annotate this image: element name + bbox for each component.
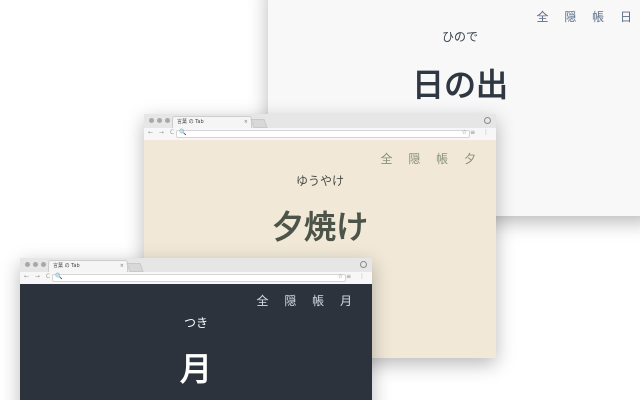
menu-icon[interactable]: ≡ ⋮ [470, 129, 492, 136]
word-main: 夕焼け [271, 208, 368, 246]
nav-buttons[interactable]: ← → C [148, 129, 176, 136]
address-bar[interactable]: 🔍 ☆ [176, 129, 470, 138]
browser-chrome: 言葉 の Tab × ← → C 🔍 ☆ ≡ ⋮ [20, 258, 372, 284]
close-dot-icon[interactable] [25, 262, 30, 267]
window-controls[interactable] [25, 262, 46, 267]
corner-menu[interactable]: 全 隠 帳 夕 [381, 150, 482, 167]
close-dot-icon[interactable] [149, 118, 154, 123]
bookmark-star-icon[interactable]: ☆ [462, 129, 467, 136]
toolbar: ← → C 🔍 ☆ ≡ ⋮ [144, 128, 496, 140]
corner-menu[interactable]: 全 隠 帳 日 [537, 8, 638, 25]
word-reading: ひので [441, 30, 478, 44]
minimize-dot-icon[interactable] [157, 118, 162, 123]
word-main: 日の出 [411, 66, 508, 104]
tab-strip: 言葉 の Tab × [144, 114, 496, 128]
new-tab-button[interactable] [126, 263, 144, 272]
bookmark-star-icon[interactable]: ☆ [338, 273, 343, 280]
minimize-dot-icon[interactable] [33, 262, 38, 267]
word-reading: ゆうやけ [295, 174, 344, 188]
toolbar: ← → C 🔍 ☆ ≡ ⋮ [20, 272, 372, 284]
word-reading: つき [183, 316, 208, 330]
tab-title: 言葉 の Tab [53, 263, 80, 269]
word-main: 月 [179, 350, 212, 388]
browser-tab[interactable]: 言葉 の Tab × [48, 260, 128, 272]
window-controls[interactable] [149, 118, 170, 123]
new-tab-button[interactable] [250, 119, 268, 128]
tab-strip: 言葉 の Tab × [20, 258, 372, 272]
corner-menu[interactable]: 全 隠 帳 月 [257, 292, 358, 309]
browser-tab[interactable]: 言葉 の Tab × [172, 116, 252, 128]
profile-icon[interactable] [484, 117, 491, 124]
menu-icon[interactable]: ≡ ⋮ [346, 273, 368, 280]
nav-buttons[interactable]: ← → C [24, 273, 52, 280]
search-icon: 🔍 [179, 129, 187, 136]
tab-close-icon[interactable]: × [244, 117, 248, 128]
browser-window-moon: 言葉 の Tab × ← → C 🔍 ☆ ≡ ⋮ 全 隠 帳 月 つき 月 [20, 258, 372, 400]
maximize-dot-icon[interactable] [165, 118, 170, 123]
tab-title: 言葉 の Tab [177, 119, 204, 125]
maximize-dot-icon[interactable] [41, 262, 46, 267]
browser-chrome: 言葉 の Tab × ← → C 🔍 ☆ ≡ ⋮ [144, 114, 496, 140]
tab-close-icon[interactable]: × [120, 261, 124, 272]
profile-icon[interactable] [360, 261, 367, 268]
address-bar[interactable]: 🔍 ☆ [52, 273, 346, 282]
search-icon: 🔍 [55, 273, 63, 280]
